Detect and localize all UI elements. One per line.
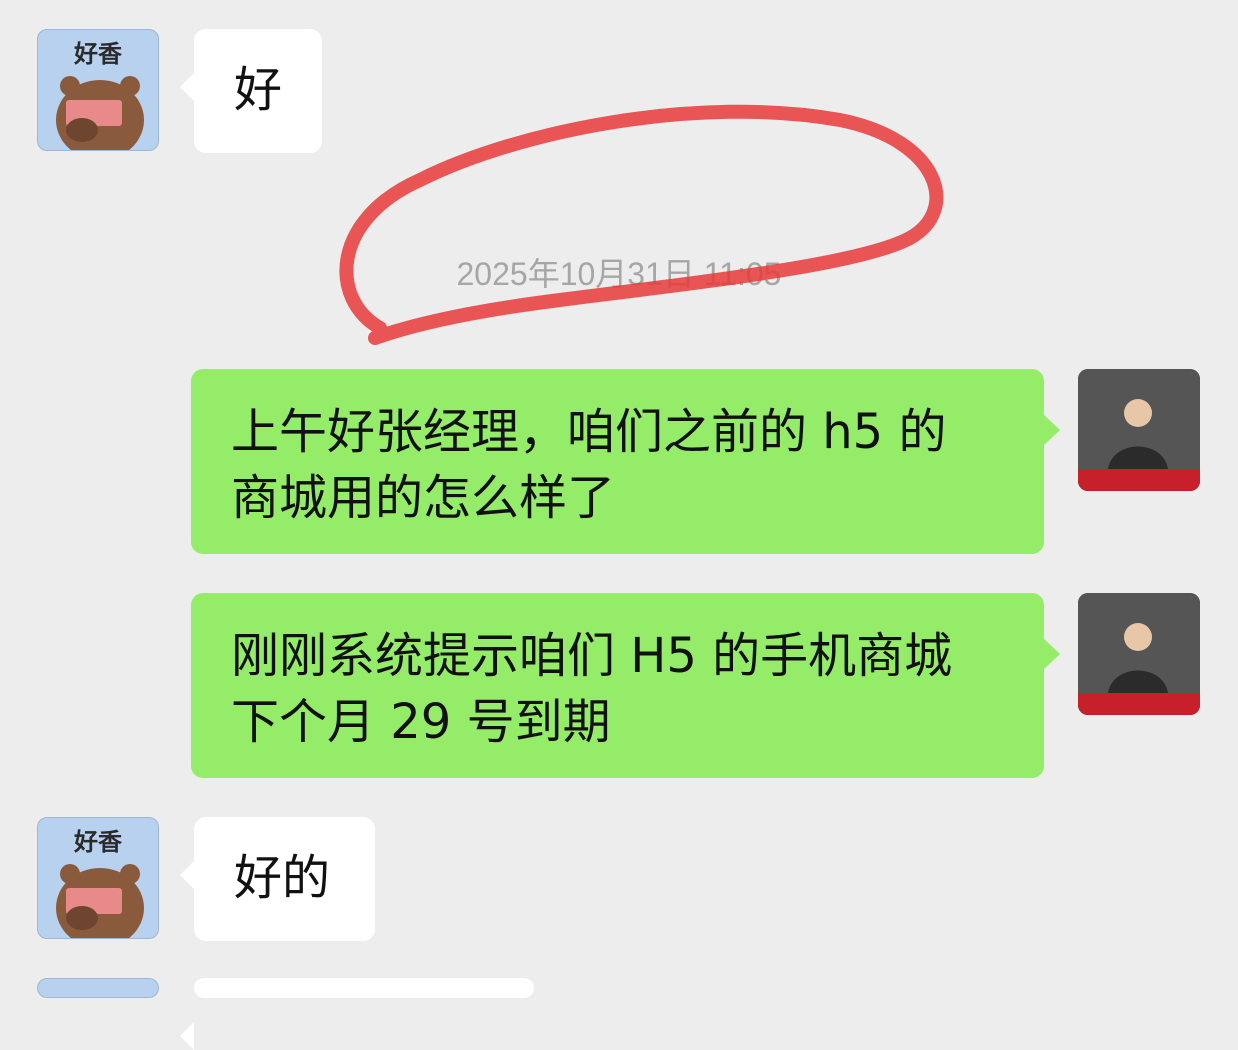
agent-photo-icon (1078, 369, 1200, 491)
message-bubble[interactable]: 好 (180, 29, 322, 153)
timestamp: 2025年10月31日 11:05 (456, 256, 782, 292)
contact-avatar[interactable]: 好香 (37, 817, 159, 939)
message-text: 好 (234, 62, 283, 118)
message-line: 刚刚系统提示咱们 H5 的手机商城 (231, 628, 953, 684)
bear-icon (56, 864, 144, 938)
contact-avatar[interactable] (37, 978, 159, 998)
message-line: 上午好张经理，咱们之前的 h5 的 (231, 404, 947, 460)
agent-photo-icon (1078, 593, 1200, 715)
message-text: 好的 (234, 850, 331, 906)
self-avatar[interactable] (1078, 369, 1200, 491)
message-line: 商城用的怎么样了 (231, 470, 616, 526)
bear-icon (56, 76, 144, 150)
message-line: 下个月 29 号到期 (231, 694, 611, 750)
contact-avatar[interactable]: 好香 (37, 29, 159, 151)
message-bubble[interactable]: 好的 (180, 817, 375, 941)
message-bubble[interactable]: 刚刚系统提示咱们 H5 的手机商城 下个月 29 号到期 (191, 593, 1060, 778)
message-bubble[interactable] (180, 978, 534, 1050)
message-bubble[interactable]: 上午好张经理，咱们之前的 h5 的 商城用的怎么样了 (191, 369, 1060, 554)
self-avatar[interactable] (1078, 593, 1200, 715)
